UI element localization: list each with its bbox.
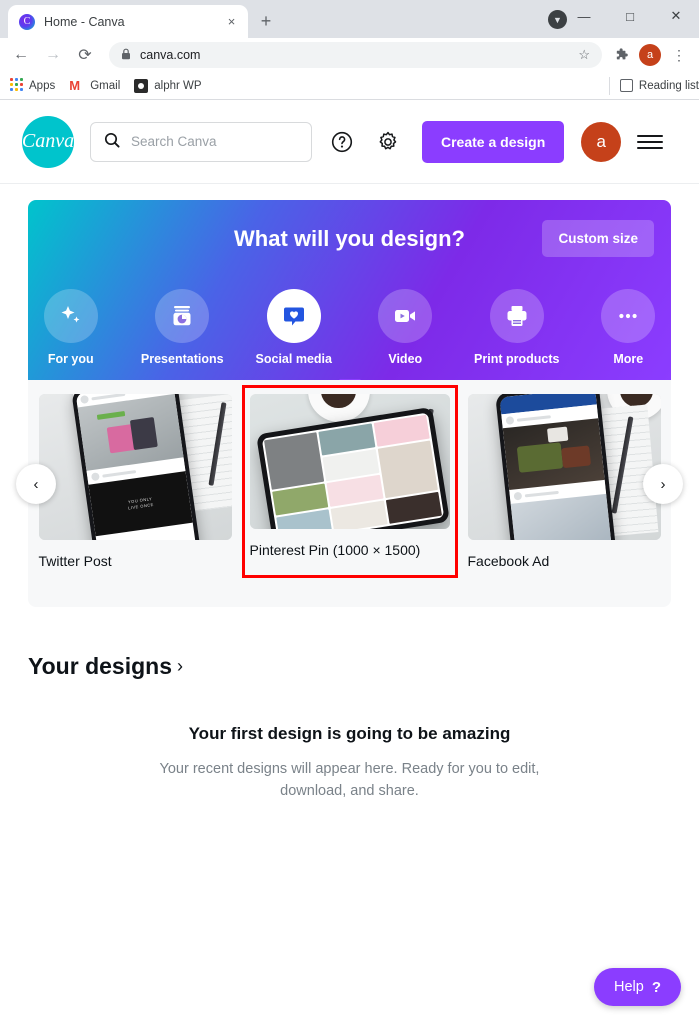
help-button[interactable]: Help ? [594, 968, 681, 1006]
window-controls: — □ ✕ [561, 0, 699, 32]
sparkle-icon [43, 289, 98, 343]
category-list: For you Presentations Social media Video… [28, 289, 671, 366]
category-label: For you [47, 352, 94, 366]
reading-list-icon [619, 79, 633, 92]
presentation-icon [155, 289, 210, 343]
back-icon[interactable]: ← [7, 41, 35, 69]
template-carousel: ‹ › YOU ONLY LIVE ONCE Twitter Post Pint… [16, 380, 683, 607]
profile-avatar[interactable]: a [639, 44, 661, 66]
bookmark-apps[interactable]: Apps [10, 78, 55, 93]
category-video[interactable]: Video [363, 289, 449, 366]
account-avatar[interactable]: a [581, 121, 622, 162]
reading-list-label: Reading list [638, 79, 699, 92]
question-circle-icon[interactable] [326, 126, 358, 158]
browser-window: C Home - Canva × + ▼ — □ ✕ ← → ⟳ canva.c… [0, 0, 699, 1024]
carousel-prev-icon[interactable]: ‹ [16, 464, 56, 504]
reading-list-button[interactable]: Reading list [608, 76, 699, 95]
apps-grid-icon [10, 78, 23, 93]
template-thumbnail [249, 394, 450, 529]
bookmark-star-icon[interactable]: ☆ [578, 47, 590, 63]
category-label: Presentations [140, 352, 224, 366]
category-for-you[interactable]: For you [28, 289, 114, 366]
chevron-right-icon: › [177, 656, 183, 676]
template-card-label: Pinterest Pin (1000 × 1500) [249, 542, 421, 558]
close-tab-icon[interactable]: × [223, 13, 240, 30]
gear-icon[interactable] [372, 126, 404, 158]
search-placeholder: Search Canva [131, 134, 217, 149]
extensions-icon[interactable] [608, 42, 634, 68]
bookmark-alphr-wp[interactable]: alphr WP [134, 78, 202, 93]
heart-bubble-icon [266, 289, 321, 343]
template-card-twitter-post[interactable]: YOU ONLY LIVE ONCE Twitter Post [38, 394, 232, 569]
carousel-cards: YOU ONLY LIVE ONCE Twitter Post Pinteres… [28, 385, 671, 578]
forward-icon[interactable]: → [39, 41, 67, 69]
browser-menu-icon[interactable]: ⋮ [666, 42, 692, 68]
category-more[interactable]: More [586, 289, 672, 366]
category-presentations[interactable]: Presentations [140, 289, 226, 366]
custom-size-button[interactable]: Custom size [542, 220, 654, 257]
template-card-label: Facebook Ad [467, 553, 550, 569]
your-designs-heading[interactable]: Your designs › [28, 653, 671, 680]
empty-state-subtitle: Your recent designs will appear here. Re… [159, 761, 540, 800]
template-card-label: Twitter Post [38, 553, 112, 569]
help-label: Help [614, 979, 644, 995]
your-designs-section: Your designs › Your first design is goin… [0, 607, 699, 803]
bookmark-gmail[interactable]: M Gmail [69, 78, 120, 93]
hamburger-icon[interactable] [637, 134, 664, 149]
category-print-products[interactable]: Print products [474, 289, 560, 366]
maximize-button[interactable]: □ [607, 0, 653, 32]
category-label: More [613, 352, 644, 366]
carousel-next-icon[interactable]: › [643, 464, 683, 504]
minimize-button[interactable]: — [561, 0, 607, 32]
design-type-banner-wrap: What will you design? Custom size For yo… [0, 184, 699, 389]
template-thumbnail: YOU ONLY LIVE ONCE [38, 394, 232, 540]
empty-state: Your first design is going to be amazing… [28, 724, 671, 803]
template-card-facebook-ad[interactable]: Facebook Ad [467, 394, 661, 569]
close-window-button[interactable]: ✕ [653, 0, 699, 32]
ellipsis-icon [601, 289, 656, 343]
wordpress-icon [134, 78, 149, 93]
bookmarks-bar: Apps M Gmail alphr WP Reading list [0, 72, 699, 100]
category-social-media[interactable]: Social media [251, 289, 337, 366]
your-designs-label: Your designs [28, 653, 172, 679]
canva-header: Canva Search Canva Create a design a [0, 100, 699, 184]
video-camera-icon [378, 289, 433, 343]
browser-tab[interactable]: C Home - Canva × [8, 5, 248, 38]
search-icon [104, 132, 120, 152]
bookmark-label: Gmail [90, 79, 121, 92]
help-question-icon: ? [651, 978, 661, 996]
tab-strip: C Home - Canva × + ▼ — □ ✕ [0, 0, 699, 38]
canva-favicon-icon: C [19, 13, 35, 30]
tab-title: Home - Canva [44, 14, 125, 29]
lock-icon [121, 48, 131, 63]
category-label: Social media [255, 352, 332, 366]
empty-state-title: Your first design is going to be amazing [188, 724, 511, 743]
new-tab-button[interactable]: + [255, 10, 277, 32]
bookmark-label: alphr WP [154, 79, 202, 92]
category-label: Print products [474, 352, 560, 366]
template-thumbnail [467, 394, 661, 540]
address-bar[interactable]: canva.com ☆ [109, 42, 602, 68]
create-a-design-button[interactable]: Create a design [422, 120, 565, 163]
design-type-banner: What will you design? Custom size For yo… [28, 200, 671, 389]
gmail-icon: M [69, 78, 81, 93]
bookmark-label: Apps [29, 79, 56, 92]
printer-icon [489, 289, 544, 343]
reload-icon[interactable]: ⟳ [71, 41, 99, 69]
category-label: Video [388, 352, 423, 366]
navigation-bar: ← → ⟳ canva.com ☆ a ⋮ [0, 38, 699, 72]
canva-logo[interactable]: Canva [22, 115, 74, 168]
search-input[interactable]: Search Canva [90, 121, 312, 162]
url-text: canva.com [140, 48, 201, 62]
template-card-pinterest-pin[interactable]: Pinterest Pin (1000 × 1500) [241, 385, 458, 578]
